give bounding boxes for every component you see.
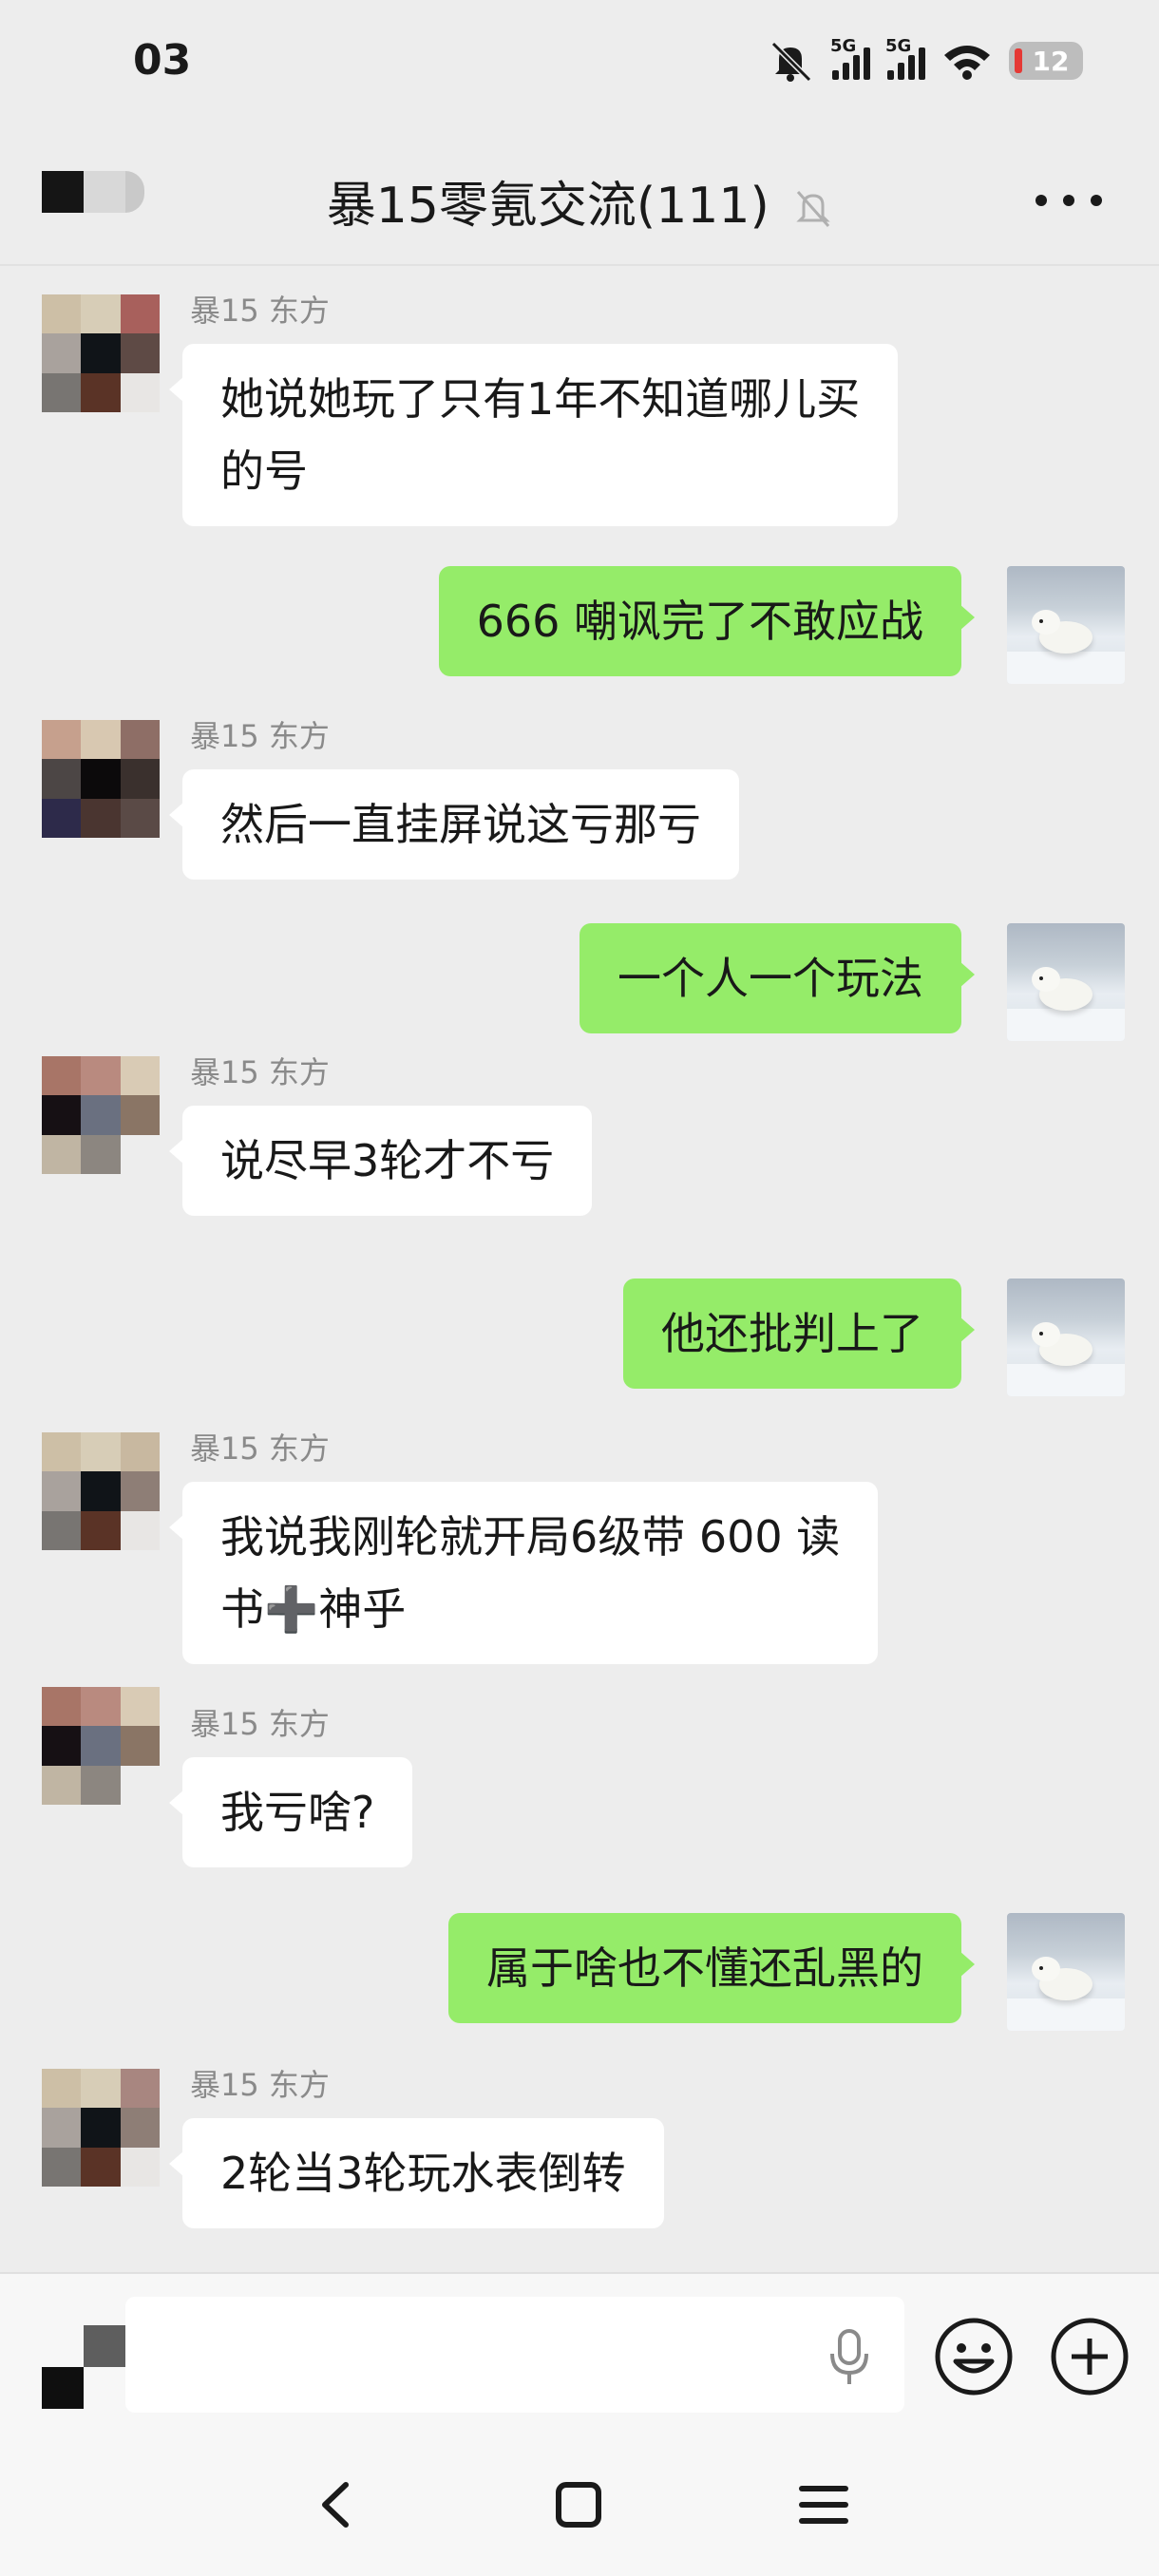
self-avatar[interactable]	[1007, 1279, 1125, 1396]
emoji-icon[interactable]	[933, 2316, 1015, 2397]
seal-image	[1032, 967, 1092, 1011]
message-bubble-incoming[interactable]: 2轮当3轮玩水表倒转	[169, 2118, 664, 2228]
plus-icon[interactable]	[1049, 2316, 1130, 2397]
member-avatar[interactable]	[42, 1056, 160, 1174]
network-type-label-2: 5G	[885, 36, 912, 56]
sender-name: 暴15 东方	[190, 1430, 330, 1467]
message-bubble-incoming[interactable]: 她说她玩了只有1年不知道哪儿买 的号	[168, 344, 899, 526]
chat-title: 暴15零氪交流(111)	[326, 178, 770, 235]
member-avatar[interactable]	[42, 2069, 160, 2187]
more-dot	[1036, 195, 1047, 206]
seal-image	[1032, 610, 1092, 653]
sender-name: 暴15 东方	[190, 718, 330, 754]
sender-name: 暴15 东方	[190, 2067, 330, 2103]
system-nav-bar	[0, 2434, 1159, 2576]
seal-image	[1032, 1322, 1092, 1366]
message-bubble-outgoing[interactable]: 属于啥也不懂还乱黑的	[448, 1913, 975, 2023]
message-bubble-incoming[interactable]: 我亏啥?	[168, 1757, 413, 1867]
message-line: 我说我刚轮就开局6级带 600 读	[220, 1511, 841, 1563]
more-dot	[1091, 195, 1102, 206]
chat-title-row: 暴15零氪交流(111)	[0, 165, 1159, 237]
message-bubble-outgoing[interactable]: 一个人一个玩法	[580, 923, 975, 1033]
mute-bell-icon	[796, 191, 830, 227]
status-time: 03	[133, 36, 192, 85]
seal-image	[1032, 1957, 1092, 2000]
message-line: 666 嘲讽完了不敢应战	[476, 596, 923, 647]
message-line: 我亏啥?	[220, 1787, 375, 1838]
message-list[interactable]: 暴15 东方 她说她玩了只有1年不知道哪儿买 的号 666 嘲讽完了不敢应战 暴…	[0, 268, 1159, 2272]
back-nav-icon[interactable]	[302, 2472, 369, 2538]
mute-icon	[770, 41, 812, 82]
message-line: 的号	[220, 445, 308, 497]
message-bubble-incoming[interactable]: 我说我刚轮就开局6级带 600 读 书➕神乎	[168, 1482, 879, 1664]
message-bubble-outgoing[interactable]: 他还批判上了	[623, 1279, 975, 1389]
message-line: 2轮当3轮玩水表倒转	[220, 2148, 626, 2199]
message-bubble-outgoing[interactable]: 666 嘲讽完了不敢应战	[438, 566, 976, 676]
wifi-icon	[944, 46, 990, 80]
message-bubble-incoming[interactable]: 然后一直挂屏说这亏那亏	[169, 769, 739, 880]
network-type-label: 5G	[830, 36, 857, 56]
microphone-icon[interactable]	[826, 2327, 872, 2388]
chat-screen: 03 5G 5G 12 暴15零氪交流(111) 暴15 东方 她说她玩了只有1…	[0, 0, 1159, 2576]
message-line: 属于啥也不懂还乱黑的	[486, 1942, 923, 1994]
message-line: 他还批判上了	[661, 1308, 923, 1359]
message-bubble-incoming[interactable]: 说尽早3轮才不亏	[168, 1106, 593, 1216]
status-icons: 5G 5G 12	[766, 32, 1083, 89]
sender-name: 暴15 东方	[190, 1706, 330, 1742]
signal-icon-2: 5G	[885, 36, 925, 80]
more-dot	[1063, 195, 1074, 206]
sender-name: 暴15 东方	[190, 293, 330, 329]
message-line: 一个人一个玩法	[618, 953, 923, 1004]
member-avatar[interactable]	[42, 1432, 160, 1550]
self-avatar[interactable]	[1007, 566, 1125, 684]
voice-keyboard-toggle-icon[interactable]	[42, 2325, 125, 2409]
message-input[interactable]	[125, 2297, 904, 2413]
member-avatar[interactable]	[42, 294, 160, 412]
menu-nav-icon[interactable]	[790, 2472, 857, 2538]
battery-level: 12	[1032, 45, 1070, 77]
message-line: 然后一直挂屏说这亏那亏	[220, 799, 701, 850]
signal-icon: 5G	[830, 36, 870, 80]
home-nav-icon[interactable]	[545, 2472, 612, 2538]
message-line: 书➕神乎	[220, 1583, 407, 1635]
status-bar: 03 5G 5G 12	[0, 0, 1159, 133]
input-bar	[0, 2272, 1159, 2434]
more-button[interactable]	[1036, 186, 1102, 215]
battery-icon: 12	[1009, 42, 1083, 80]
message-line: 说尽早3轮才不亏	[220, 1135, 555, 1186]
self-avatar[interactable]	[1007, 923, 1125, 1041]
message-line: 她说她玩了只有1年不知道哪儿买	[220, 373, 861, 425]
sender-name: 暴15 东方	[190, 1054, 330, 1090]
member-avatar[interactable]	[42, 1687, 160, 1805]
member-avatar[interactable]	[42, 720, 160, 838]
chat-header: 暴15零氪交流(111)	[0, 133, 1159, 266]
self-avatar[interactable]	[1007, 1913, 1125, 2031]
